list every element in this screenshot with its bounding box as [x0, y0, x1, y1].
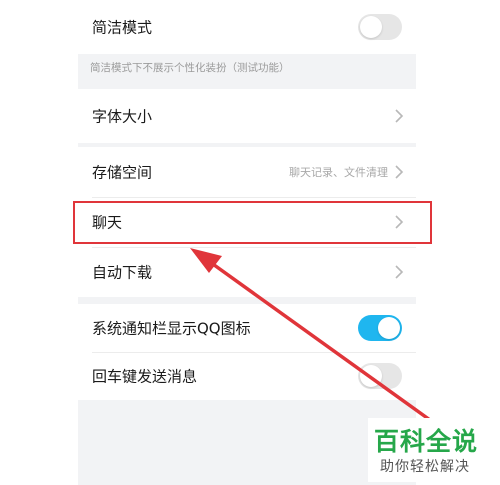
storage-chat-download-group: 存储空间 聊天记录、文件清理 聊天 自动下载	[78, 147, 416, 297]
enter-to-send-row[interactable]: 回车键发送消息	[78, 352, 416, 400]
auto-download-row[interactable]: 自动下载	[78, 247, 416, 297]
settings-panel: 简洁模式 简洁模式下不展示个性化装扮（测试功能） 字体大小 存储空间 聊天记录、…	[78, 0, 416, 485]
watermark-subtitle: 助你轻松解决	[380, 459, 470, 475]
chevron-right-icon	[395, 165, 404, 179]
simple-mode-hint: 简洁模式下不展示个性化装扮（测试功能）	[90, 62, 290, 74]
storage-subtitle: 聊天记录、文件清理	[289, 166, 388, 179]
chevron-right-icon	[395, 265, 404, 279]
notification-qq-icon-label: 系统通知栏显示QQ图标	[92, 319, 251, 338]
watermark-badge: 百科全说 助你轻松解决	[368, 418, 494, 482]
screenshot-canvas: 简洁模式 简洁模式下不展示个性化装扮（测试功能） 字体大小 存储空间 聊天记录、…	[0, 0, 500, 485]
storage-label: 存储空间	[92, 163, 153, 182]
toggle-knob	[360, 16, 382, 38]
simple-mode-label: 简洁模式	[92, 18, 153, 37]
toggle-knob	[378, 317, 400, 339]
notification-qq-icon-row[interactable]: 系统通知栏显示QQ图标	[78, 304, 416, 352]
font-size-row[interactable]: 字体大小	[78, 89, 416, 143]
watermark-title: 百科全说	[374, 427, 479, 456]
notification-qq-icon-toggle[interactable]	[358, 315, 402, 341]
chat-label: 聊天	[92, 213, 123, 232]
toggle-settings-group: 系统通知栏显示QQ图标 回车键发送消息	[78, 304, 416, 400]
chevron-right-icon	[395, 109, 404, 123]
simple-mode-group: 简洁模式	[78, 0, 416, 54]
simple-mode-row[interactable]: 简洁模式	[78, 0, 416, 54]
enter-to-send-label: 回车键发送消息	[92, 367, 198, 386]
chevron-right-icon	[395, 215, 404, 229]
toggle-knob	[360, 365, 382, 387]
font-size-label: 字体大小	[92, 107, 153, 126]
chat-row[interactable]: 聊天	[78, 197, 416, 247]
simple-mode-toggle[interactable]	[358, 14, 402, 40]
enter-to-send-toggle[interactable]	[358, 363, 402, 389]
font-size-group: 字体大小	[78, 89, 416, 143]
auto-download-label: 自动下载	[92, 263, 153, 282]
storage-row[interactable]: 存储空间 聊天记录、文件清理	[78, 147, 416, 197]
